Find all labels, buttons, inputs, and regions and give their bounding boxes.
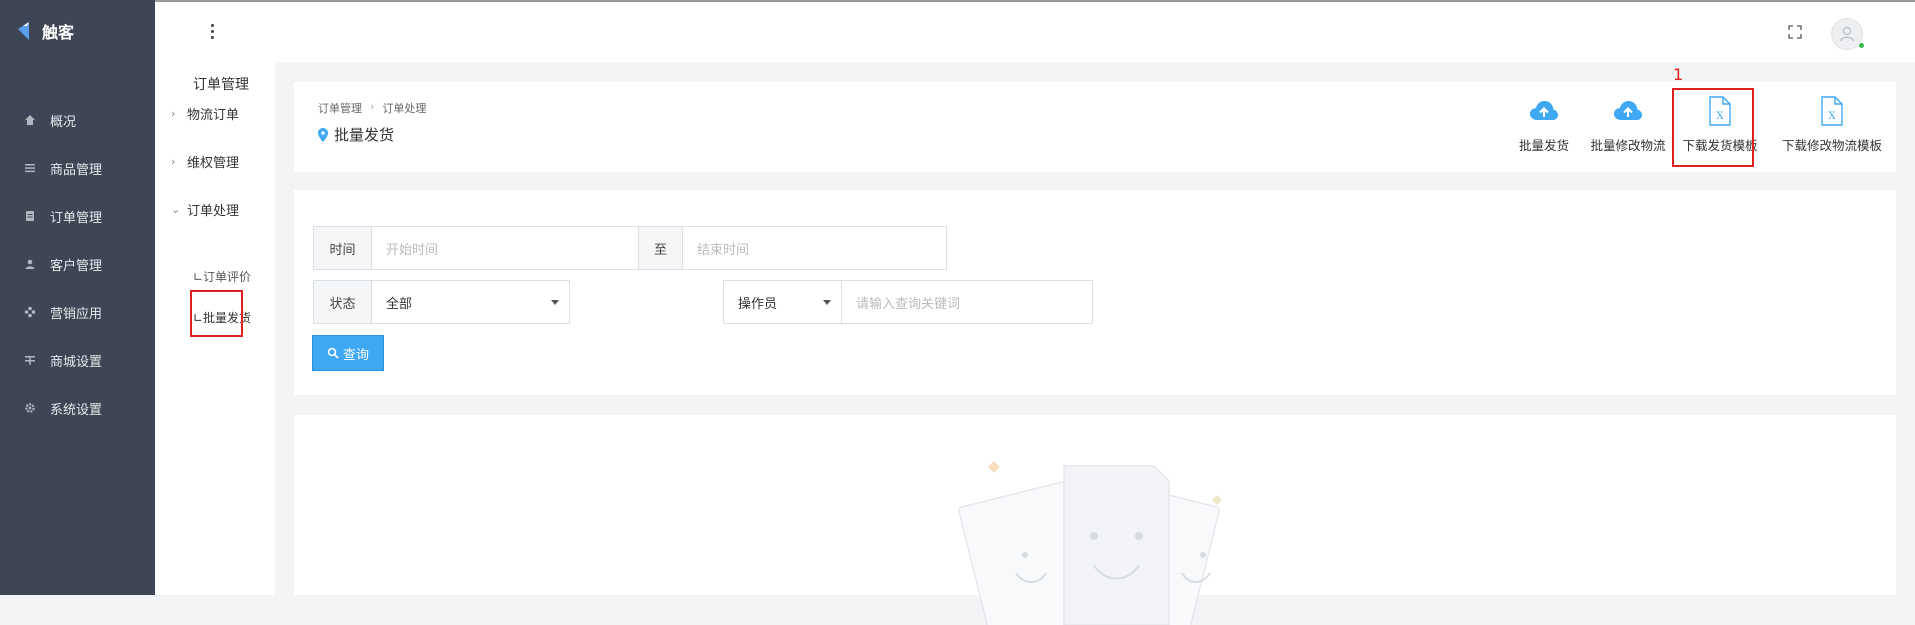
sidebar-item-orders[interactable]: 订单管理 [0,192,155,240]
excel-file-icon: X [1821,96,1843,126]
sidebar-item-overview[interactable]: 概况 [0,96,155,144]
logo-icon [18,22,29,40]
download-logistics-template-button[interactable]: X 下载修改物流模板 [1768,82,1896,172]
sidebar-item-label: 商城设置 [50,354,103,370]
operator-select-value: 操作员 [738,296,778,312]
submenu-title: 订单管理 [193,77,249,93]
batch-ship-button[interactable]: 批量发货 [1504,82,1584,172]
store-settings-icon [22,352,38,368]
sidebar-nav: 概况 商品管理 订单管理 客户管理 营销应用 商城设置 系统设置 [0,96,155,432]
highlight-box-download-template [1672,88,1754,167]
location-pin-icon [318,127,328,142]
sidebar-item-store-settings[interactable]: 商城设置 [0,336,155,384]
sidebar-item-label: 系统设置 [50,402,103,418]
submenu-item-order-processing[interactable]: ⌄ 订单处理 [171,200,239,219]
sidebar-item-label: 订单管理 [50,210,103,226]
sidebar-item-system-settings[interactable]: 系统设置 [0,384,155,432]
sidebar-item-label: 营销应用 [50,306,103,322]
svg-text:X: X [1828,111,1836,122]
fullscreen-icon[interactable] [1787,24,1803,40]
caret-down-icon [551,299,559,305]
page-title-text: 批量发货 [334,126,395,144]
empty-state-illustration [958,461,1222,625]
status-label: 状态 [314,281,372,323]
time-label: 时间 [314,227,372,269]
to-label: 至 [639,227,683,269]
app-logo-text: 触客 [42,23,75,42]
operator-select[interactable]: 操作员 [724,281,842,323]
breadcrumb-item[interactable]: 订单处理 [382,100,426,116]
cloud-upload-icon [1614,101,1642,120]
sidebar-item-label: 概况 [50,114,77,130]
breadcrumb: 订单管理 › 订单处理 [318,100,426,116]
sidebar-item-label: 商品管理 [50,162,103,178]
gear-icon [22,400,38,416]
annotation-marker: 1 [1673,65,1684,84]
order-icon [22,208,38,224]
filter-card: 时间 开始时间 至 结束时间 状态 全部 操作员 请输入查询关键词 查询 [294,190,1896,395]
chevron-right-icon: › [171,155,176,168]
sidebar-item-marketing[interactable]: 营销应用 [0,288,155,336]
submenu-item-label: 维权管理 [187,156,240,171]
status-field: 状态 全部 [313,280,570,324]
end-time-input[interactable]: 结束时间 [683,227,946,269]
highlight-box-batch-shipping [190,290,243,337]
action-label: 批量发货 [1518,138,1569,153]
time-range-field: 时间 开始时间 至 结束时间 [313,226,947,270]
apps-icon [22,304,38,320]
page-header-card: 订单管理 › 订单处理 批量发货 批量发货 批量修改物流 X 下载发货模板 X … [294,82,1896,172]
secondary-menu: 订单管理 › 物流订单 › 维权管理 ⌄ 订单处理 ∟订单评价 ∟批量发货 [155,62,275,595]
start-time-input[interactable]: 开始时间 [372,227,639,269]
chevron-right-icon: › [171,107,176,120]
more-menu-icon[interactable] [207,24,217,42]
submenu-item-rights[interactable]: › 维权管理 [171,152,239,171]
submenu-item-label: 订单处理 [187,204,240,219]
user-icon [22,256,38,272]
status-select-value: 全部 [386,296,413,312]
submenu-leaf-order-review[interactable]: ∟订单评价 [193,268,251,285]
caret-down-icon [823,299,831,305]
operator-field: 操作员 请输入查询关键词 [723,280,1093,324]
status-select[interactable]: 全部 [372,281,569,323]
list-icon [22,160,38,176]
app-logo[interactable]: 触客 [12,14,74,48]
home-icon [22,112,38,128]
submenu-item-label: 物流订单 [187,108,240,123]
sidebar-item-products[interactable]: 商品管理 [0,144,155,192]
batch-modify-logistics-button[interactable]: 批量修改物流 [1584,82,1672,172]
search-button[interactable]: 查询 [312,335,384,371]
results-card [294,415,1896,625]
keyword-input[interactable]: 请输入查询关键词 [842,281,1092,323]
online-status-dot [1858,42,1865,49]
search-button-label: 查询 [342,347,369,363]
cloud-upload-icon [1530,101,1558,120]
top-bar [155,0,1915,62]
user-avatar-icon [1839,26,1855,42]
chevron-down-icon: ⌄ [171,203,181,216]
action-label: 下载修改物流模板 [1781,138,1882,153]
main-sidebar: 触客 概况 商品管理 订单管理 客户管理 营销应用 商城设置 系统设置 [0,0,155,595]
breadcrumb-item[interactable]: 订单管理 [318,100,362,116]
page-title: 批量发货 [318,124,394,145]
action-label: 批量修改物流 [1590,138,1666,153]
search-icon [327,347,339,359]
breadcrumb-separator: › [370,100,375,113]
sidebar-item-label: 客户管理 [50,258,103,274]
sidebar-item-customers[interactable]: 客户管理 [0,240,155,288]
submenu-item-logistics-orders[interactable]: › 物流订单 [171,104,239,123]
